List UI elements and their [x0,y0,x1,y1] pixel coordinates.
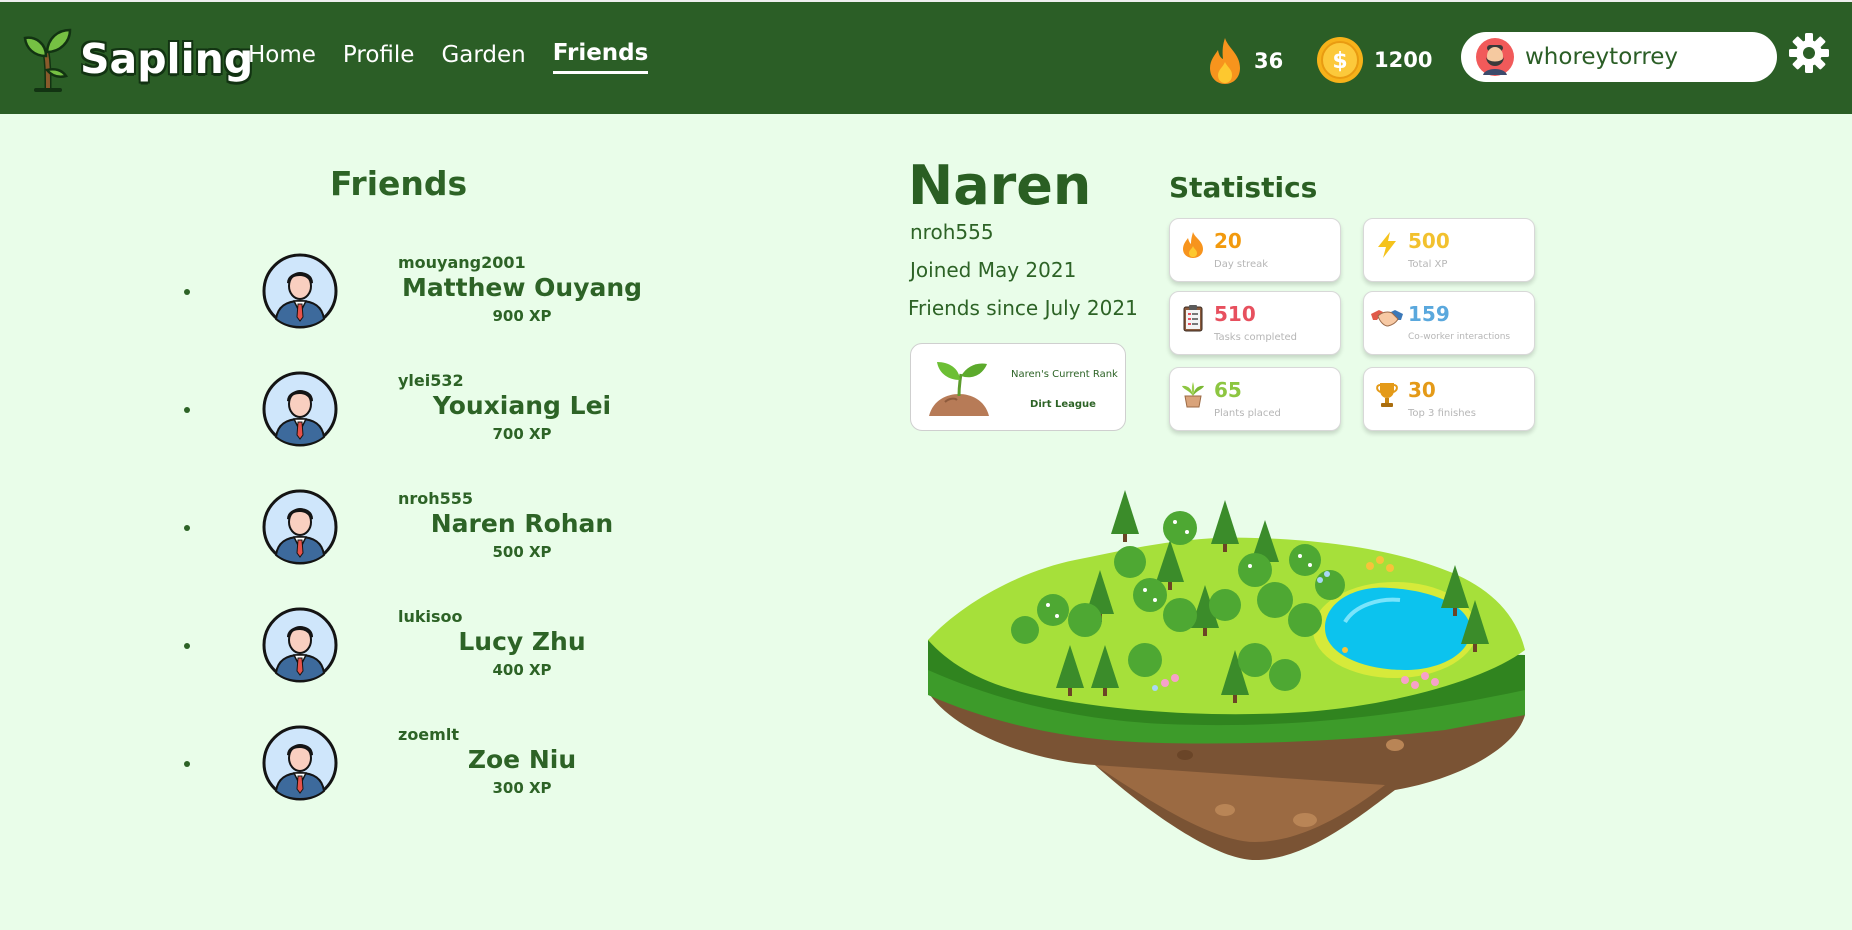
gear-icon[interactable] [1788,32,1830,74]
stat-value: 30 [1408,378,1436,402]
friend-avatar-icon [262,725,338,801]
nav-friends[interactable]: Friends [552,40,649,74]
profile-name: Naren [908,154,1092,217]
stat-label: Tasks completed [1214,332,1298,343]
friend-item[interactable]: lukisoo Lucy Zhu 400 XP [180,607,660,687]
stat-value: 65 [1214,378,1242,402]
friend-xp: 400 XP [492,661,552,679]
friend-xp: 500 XP [492,543,552,561]
garden-island-image [928,490,1525,860]
stat-value: 500 [1408,229,1450,253]
statistics-title: Statistics [1169,171,1318,204]
friend-name: Youxiang Lei [432,391,612,420]
stat-card-tasks-completed: 510 Tasks completed [1169,291,1341,355]
lightning-icon [1378,232,1396,258]
stat-card-coworker-interactions: 159 Co-worker interactions [1363,291,1535,355]
friend-item[interactable]: ylei532 Youxiang Lei 700 XP [180,371,660,451]
nav-profile[interactable]: Profile [343,42,415,74]
coin-count: 1200 [1374,48,1433,72]
friend-avatar-icon [262,607,338,683]
stat-value: 159 [1408,302,1450,326]
user-avatar-icon [1476,38,1514,76]
nav-home[interactable]: Home [248,42,316,74]
potted-plant-icon [1182,382,1204,408]
coin-icon: $ [1317,37,1363,83]
friend-xp: 900 XP [492,307,552,325]
friend-xp: 700 XP [492,425,552,443]
list-bullet [184,761,190,767]
stat-label: Day streak [1214,259,1269,270]
stat-card-total-xp: 500 Total XP [1363,218,1535,282]
friend-item[interactable]: nroh555 Naren Rohan 500 XP [180,489,660,569]
streak-counter: 36 [1206,36,1283,86]
rank-card: Naren's Current Rank Dirt League [910,343,1126,431]
stat-label: Total XP [1408,259,1448,270]
list-bullet [184,289,190,295]
friend-avatar-icon [262,253,338,329]
friend-handle: mouyang2001 [398,253,526,272]
stat-value: 510 [1214,302,1256,326]
user-menu[interactable]: whoreytorrey [1461,32,1777,82]
username: whoreytorrey [1525,44,1679,70]
trophy-icon [1376,383,1398,407]
stat-value: 20 [1214,229,1242,253]
friend-handle: lukisoo [398,607,463,626]
friend-name: Naren Rohan [430,509,614,538]
flame-icon [1183,232,1203,258]
stat-label: Co-worker interactions [1408,332,1511,342]
streak-count: 36 [1254,49,1284,73]
handshake-icon [1371,310,1403,327]
stat-label: Top 3 finishes [1408,408,1476,419]
app-name: Sapling [80,35,254,83]
sapling-icon [23,28,72,92]
friend-avatar-icon [262,489,338,565]
profile-friends-since: Friends since July 2021 [908,296,1138,320]
friend-avatar-icon [262,371,338,447]
nav-garden[interactable]: Garden [441,42,525,74]
rank-value: Dirt League [1030,399,1096,410]
stat-card-plants-placed: 65 Plants placed [1169,367,1341,431]
friend-item[interactable]: zoemlt Zoe Niu 300 XP [180,725,660,805]
profile-joined-date: Joined May 2021 [910,258,1077,282]
stat-card-day-streak: 20 Day streak [1169,218,1341,282]
friend-handle: ylei532 [398,371,464,390]
list-bullet [184,643,190,649]
svg-text:$: $ [1332,49,1347,74]
clipboard-icon [1183,305,1203,332]
friends-title: Friends [330,164,468,203]
app-logo[interactable]: Sapling [22,26,253,92]
friend-item[interactable]: mouyang2001 Matthew Ouyang 900 XP [180,253,660,333]
friend-xp: 300 XP [492,779,552,797]
stat-card-top-3-finishes: 30 Top 3 finishes [1363,367,1535,431]
stat-label: Plants placed [1214,408,1281,419]
friend-handle: nroh555 [398,489,474,508]
coin-counter: $ 1200 [1316,36,1432,84]
friend-handle: zoemlt [398,725,459,744]
main-nav: Home Profile Garden Friends [248,40,649,74]
friend-name: Matthew Ouyang [401,273,643,302]
list-bullet [184,525,190,531]
rank-label: Naren's Current Rank [1011,369,1118,380]
friend-name: Zoe Niu [467,745,577,774]
top-bar: Sapling Home Profile Garden Friends 36 $… [0,0,1852,114]
friend-name: Lucy Zhu [458,627,586,656]
sprout-icon [929,362,989,416]
flame-icon [1210,38,1240,84]
profile-handle: nroh555 [910,220,994,244]
list-bullet [184,407,190,413]
